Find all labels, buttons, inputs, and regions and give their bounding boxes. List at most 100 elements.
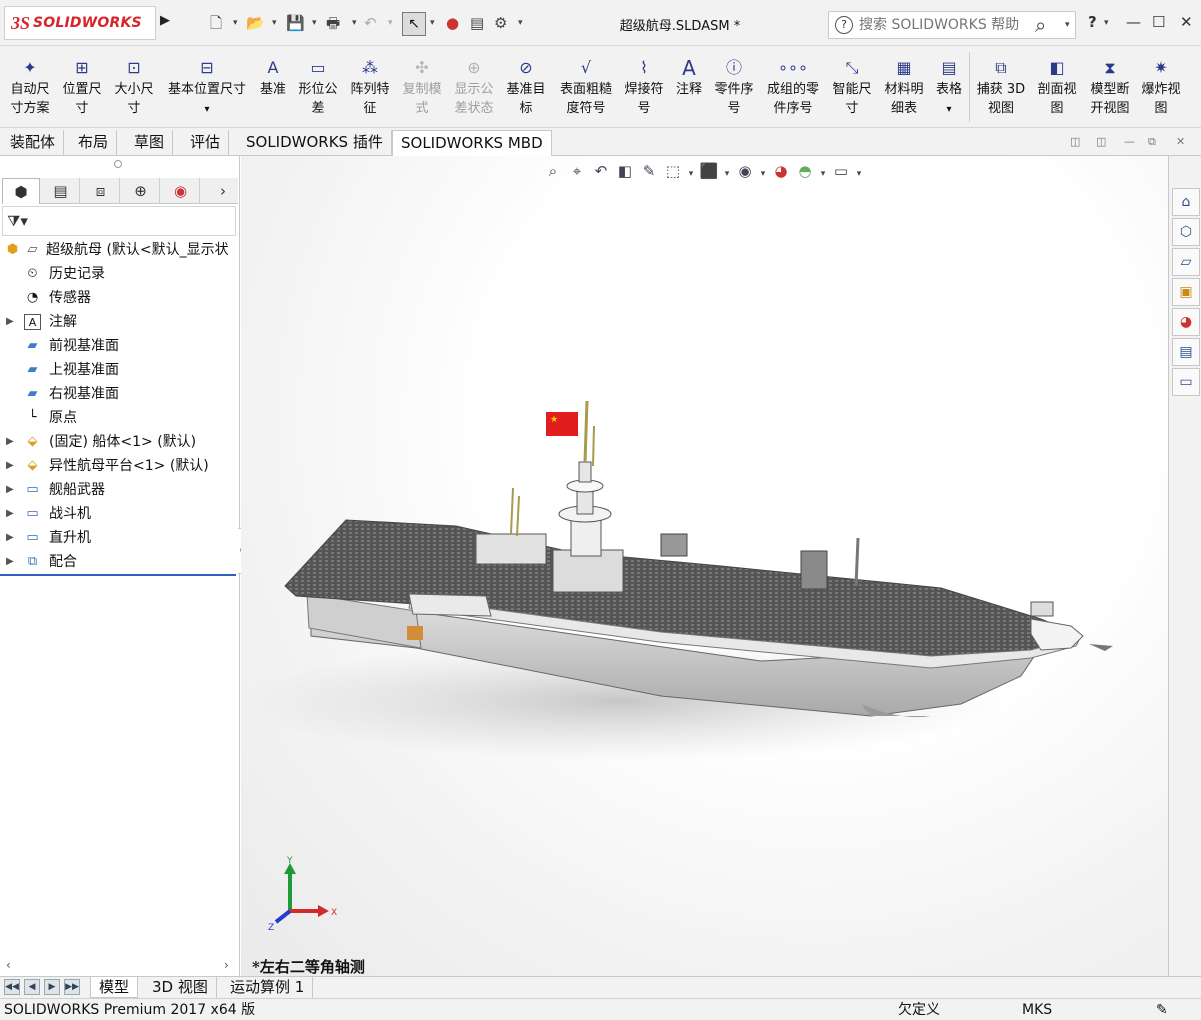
feature-tree-tab-icon[interactable]: ⬢ — [2, 178, 40, 204]
chevron-down-icon[interactable]: ▾ — [388, 18, 393, 28]
view-palette-icon[interactable]: ▣ — [1172, 278, 1200, 306]
close-icon[interactable]: ✕ — [1180, 13, 1193, 31]
tab-model[interactable]: 模型 — [90, 977, 139, 998]
custom-properties-icon[interactable]: ▤ — [1172, 338, 1200, 366]
viewport-minimize-icon[interactable]: — — [1124, 135, 1135, 148]
tab-mbd[interactable]: SOLIDWORKS MBD — [392, 130, 552, 156]
tree-item-top-plane[interactable]: ▰ 上视基准面 — [0, 358, 240, 382]
tab-sketch[interactable]: 草图 — [126, 130, 174, 156]
chevron-down-icon[interactable]: ▾ — [352, 18, 357, 28]
pattern-feature-button[interactable]: ⁂ 阵列特 征 — [346, 56, 394, 118]
stacked-balloon-button[interactable]: ∘∘∘ 成组的零 件序号 — [762, 56, 824, 118]
copy-scheme-button[interactable]: ✣ 复制模 式 — [398, 56, 446, 118]
size-dimension-button[interactable]: ⊡ 大小尺 寸 — [110, 56, 158, 118]
tab-layout[interactable]: 布局 — [70, 130, 118, 156]
viewport-next-icon[interactable]: ◫ — [1096, 135, 1106, 148]
display-manager-tab-icon[interactable]: ◉ — [162, 178, 200, 204]
tree-root[interactable]: ⬢ ▱ 超级航母 (默认<默认_显示状 — [0, 238, 240, 262]
chevron-down-icon[interactable]: ▾ — [1104, 18, 1109, 28]
panel-grip[interactable] — [114, 160, 122, 168]
unit-system[interactable]: MKS — [1022, 999, 1052, 1020]
viewport-prev-icon[interactable]: ◫ — [1070, 135, 1080, 148]
tree-item-annotations[interactable]: ▶ A 注解 — [0, 310, 240, 334]
tree-item-history[interactable]: ⏲ 历史记录 — [0, 262, 240, 286]
smart-dimension-button[interactable]: ⤡ 智能尺 寸 — [828, 56, 876, 118]
maximize-icon[interactable]: ☐ — [1152, 13, 1165, 31]
tab-assembly[interactable]: 装配体 — [2, 130, 65, 156]
tree-item-helicopters[interactable]: ▶ ▭ 直升机 — [0, 526, 240, 550]
next-tab-icon[interactable]: ▶ — [44, 979, 60, 995]
help-question-icon[interactable]: ? — [835, 16, 853, 34]
show-tolerance-status-button[interactable]: ⊕ 显示公 差状态 — [450, 56, 498, 118]
open-document-icon[interactable]: 📂 — [246, 14, 265, 32]
basic-location-dimension-button[interactable]: ⊟ 基本位置尺寸 ▾ — [162, 56, 252, 119]
tree-item-mates[interactable]: ▶ ⧉ 配合 — [0, 550, 240, 574]
chevron-right-icon[interactable]: ▶ — [6, 502, 14, 526]
solidworks-logo[interactable]: 3S SOLIDWORKS — [4, 6, 156, 40]
tab-3d-view[interactable]: 3D 视图 — [144, 977, 217, 998]
tab-addins[interactable]: SOLIDWORKS 插件 — [238, 130, 392, 156]
scroll-right-icon[interactable]: › — [224, 958, 229, 972]
chevron-down-icon[interactable]: ▾ — [430, 18, 435, 28]
chevron-down-icon[interactable]: ▾ — [1065, 20, 1070, 30]
file-properties-icon[interactable]: ▤ — [470, 14, 484, 32]
file-explorer-icon[interactable]: ▱ — [1172, 248, 1200, 276]
help-menu-button[interactable]: ? — [1088, 13, 1097, 31]
minimize-icon[interactable]: — — [1126, 13, 1141, 31]
configuration-manager-tab-icon[interactable]: ⧈ — [82, 178, 120, 204]
tree-item-right-plane[interactable]: ▰ 右视基准面 — [0, 382, 240, 406]
forum-icon[interactable]: ▭ — [1172, 368, 1200, 396]
graphics-area[interactable]: ⌕ ⌖ ↶ ◧ ✎ ⬚ ▾ ⬛ ▾ ◉ ▾ ◕ ◓ ▾ ▭ ▾ ★ Y X Z … — [241, 156, 1168, 976]
solidworks-resources-icon[interactable]: ⌂ — [1172, 188, 1200, 216]
save-icon[interactable]: 💾 — [286, 14, 305, 32]
capture-3d-view-button[interactable]: ⧉ 捕获 3D 视图 — [974, 56, 1028, 118]
exploded-view-button[interactable]: ✷ 爆炸视 图 — [1138, 56, 1184, 118]
search-input[interactable] — [859, 15, 1031, 35]
first-tab-icon[interactable]: ◀◀ — [4, 979, 20, 995]
datum-button[interactable]: A 基准 — [256, 56, 290, 99]
model-break-view-button[interactable]: ⧗ 模型断 开视图 — [1086, 56, 1134, 118]
menu-expand-icon[interactable]: ▶ — [160, 13, 170, 28]
location-dimension-button[interactable]: ⊞ 位置尺 寸 — [58, 56, 106, 118]
chevron-right-icon[interactable]: ▶ — [6, 550, 14, 574]
property-manager-tab-icon[interactable]: ▤ — [42, 178, 80, 204]
tab-evaluate[interactable]: 评估 — [182, 130, 230, 156]
chevron-down-icon[interactable]: ▾ — [312, 18, 317, 28]
horizontal-scrollbar[interactable]: ‹ › — [0, 956, 240, 976]
chevron-right-icon[interactable]: ▶ — [6, 454, 14, 478]
tab-motion-study[interactable]: 运动算例 1 — [222, 977, 314, 998]
appearances-icon[interactable]: ◕ — [1172, 308, 1200, 336]
options-gear-icon[interactable]: ⚙ — [494, 14, 507, 32]
viewport-close-icon[interactable]: ✕ — [1176, 135, 1185, 148]
new-document-icon[interactable]: 🗋 — [210, 14, 222, 32]
prev-tab-icon[interactable]: ◀ — [24, 979, 40, 995]
chevron-right-icon[interactable]: ▶ — [6, 310, 14, 334]
scroll-left-icon[interactable]: ‹ — [6, 958, 11, 972]
tree-item-sensors[interactable]: ◔ 传感器 — [0, 286, 240, 310]
table-button[interactable]: ▤ 表格 ▾ — [932, 56, 966, 119]
geometric-tolerance-button[interactable]: ▭ 形位公 差 — [294, 56, 342, 118]
bill-of-materials-button[interactable]: ▦ 材料明 细表 — [880, 56, 928, 118]
tree-filter[interactable]: ⧩▾ — [2, 206, 236, 236]
weld-symbol-button[interactable]: ⌇ 焊接符 号 — [620, 56, 668, 118]
viewport-restore-icon[interactable]: ⧉ — [1148, 135, 1156, 149]
chevron-down-icon[interactable]: ▾ — [946, 104, 951, 115]
tree-item-weapons[interactable]: ▶ ▭ 舰船武器 — [0, 478, 240, 502]
dimxpert-tab-icon[interactable]: ⊕ — [122, 178, 160, 204]
print-icon[interactable]: 🖶 — [326, 14, 340, 32]
balloon-button[interactable]: ⓘ 零件序 号 — [710, 56, 758, 118]
surface-finish-button[interactable]: √ 表面粗糙 度符号 — [554, 56, 618, 118]
tree-item-platform[interactable]: ▶ ⬙ 异性航母平台<1> (默认) — [0, 454, 240, 478]
chevron-down-icon[interactable]: ▾ — [233, 18, 238, 28]
note-button[interactable]: A 注释 — [672, 56, 706, 99]
search-icon[interactable]: ⌕ — [1035, 13, 1046, 37]
section-view-button[interactable]: ◧ 剖面视 图 — [1032, 56, 1082, 118]
last-tab-icon[interactable]: ▶▶ — [64, 979, 80, 995]
undo-icon[interactable]: ↶ — [364, 14, 377, 32]
auto-dimension-button[interactable]: ✦ 自动尺 寸方案 — [4, 56, 56, 118]
tree-item-fighters[interactable]: ▶ ▭ 战斗机 — [0, 502, 240, 526]
chevron-right-icon[interactable]: › — [208, 178, 238, 204]
filter-icon[interactable]: ⧩▾ — [7, 212, 28, 230]
tree-item-front-plane[interactable]: ▰ 前视基准面 — [0, 334, 240, 358]
customize-status-icon[interactable]: ✎ — [1156, 999, 1168, 1020]
